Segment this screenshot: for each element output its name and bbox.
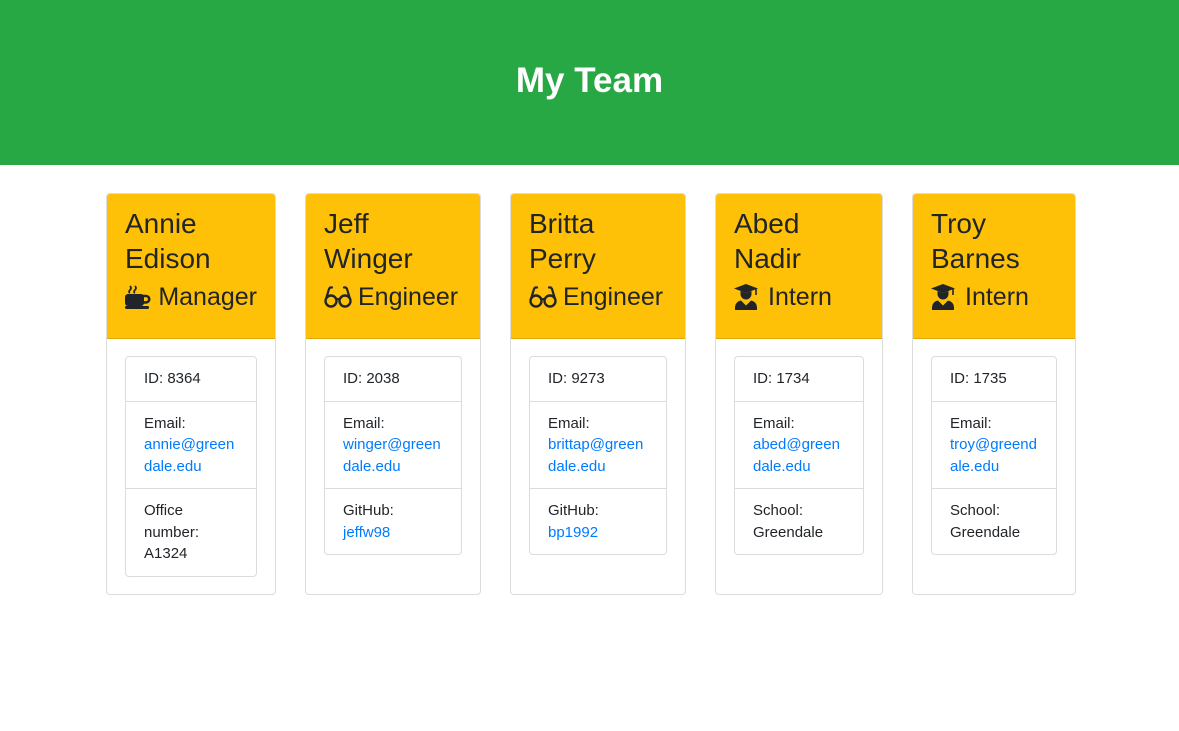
school-label: School: bbox=[753, 502, 804, 519]
employee-last-name: Winger bbox=[324, 243, 413, 274]
school-item: School: Greendale bbox=[932, 488, 1056, 554]
email-item: Email: annie@greendale.edu bbox=[126, 400, 256, 489]
card-header: Troy Barnes Intern bbox=[913, 194, 1075, 339]
employee-last-name: Perry bbox=[529, 243, 596, 274]
employee-last-name: Barnes bbox=[931, 243, 1020, 274]
employee-card: Jeff Winger Engineer ID: 2038 Email: win… bbox=[305, 193, 481, 595]
role-label: Intern bbox=[965, 283, 1029, 311]
id-item: ID: 1735 bbox=[932, 357, 1056, 401]
id-text: ID: 1735 bbox=[950, 370, 1007, 387]
employee-name: Troy Barnes bbox=[931, 206, 1057, 276]
role-label: Manager bbox=[158, 283, 257, 311]
email-item: Email: winger@greendale.edu bbox=[325, 400, 461, 489]
info-list: ID: 9273 Email: brittap@greendale.edu Gi… bbox=[529, 356, 667, 555]
glasses-icon bbox=[324, 285, 352, 309]
github-link[interactable]: bp1992 bbox=[548, 522, 648, 544]
card-header: Jeff Winger Engineer bbox=[306, 194, 480, 339]
github-label: GitHub: bbox=[548, 502, 599, 519]
email-link[interactable]: annie@greendale.edu bbox=[144, 434, 238, 477]
glasses-icon bbox=[529, 285, 557, 309]
employee-last-name: Nadir bbox=[734, 243, 801, 274]
email-label: Email: bbox=[548, 414, 590, 432]
info-list: ID: 8364 Email: annie@greendale.edu Offi… bbox=[125, 356, 257, 577]
github-link[interactable]: jeffw98 bbox=[343, 522, 443, 544]
github-item: GitHub: bp1992 bbox=[530, 488, 666, 554]
employee-name: Britta Perry bbox=[529, 206, 667, 276]
id-item: ID: 9273 bbox=[530, 357, 666, 401]
email-link[interactable]: troy@greendale.edu bbox=[950, 434, 1038, 477]
employee-name: Abed Nadir bbox=[734, 206, 864, 276]
employee-card: Annie Edison Manager ID: 8364 Email: ann… bbox=[106, 193, 276, 595]
id-item: ID: 8364 bbox=[126, 357, 256, 401]
id-item: ID: 1734 bbox=[735, 357, 863, 401]
employee-name: Annie Edison bbox=[125, 206, 257, 276]
info-list: ID: 2038 Email: winger@greendale.edu Git… bbox=[324, 356, 462, 555]
id-text: ID: 2038 bbox=[343, 370, 400, 387]
email-item: Email: troy@greendale.edu bbox=[932, 400, 1056, 489]
employee-first-name: Abed bbox=[734, 208, 800, 239]
page-title: My Team bbox=[515, 60, 664, 100]
role-label: Engineer bbox=[563, 283, 664, 311]
employee-first-name: Britta bbox=[529, 208, 595, 239]
office-number: A1324 bbox=[144, 545, 188, 562]
employee-last-name: Edison bbox=[125, 243, 211, 274]
school-label: School: bbox=[950, 502, 1001, 519]
email-link[interactable]: winger@greendale.edu bbox=[343, 434, 443, 477]
id-item: ID: 2038 bbox=[325, 357, 461, 401]
employee-first-name: Annie bbox=[125, 208, 197, 239]
github-item: GitHub: jeffw98 bbox=[325, 488, 461, 554]
school-item: School: Greendale bbox=[735, 488, 863, 554]
email-link[interactable]: brittap@greendale.edu bbox=[548, 434, 648, 477]
info-list: ID: 1735 Email: troy@greendale.edu Schoo… bbox=[931, 356, 1057, 555]
employee-first-name: Troy bbox=[931, 208, 986, 239]
email-label: Email: bbox=[343, 414, 385, 432]
email-link[interactable]: abed@greendale.edu bbox=[753, 434, 845, 477]
employee-role: Engineer bbox=[529, 282, 667, 312]
id-text: ID: 1734 bbox=[753, 370, 810, 387]
employee-role: Intern bbox=[734, 282, 864, 312]
email-label: Email: bbox=[753, 414, 795, 432]
card-header: Annie Edison Manager bbox=[107, 194, 275, 339]
email-item: Email: brittap@greendale.edu bbox=[530, 400, 666, 489]
coffee-icon bbox=[125, 285, 152, 309]
id-text: ID: 8364 bbox=[144, 370, 201, 387]
employee-card: Troy Barnes Intern ID: 1735 Email: troy@… bbox=[912, 193, 1076, 595]
employee-role: Manager bbox=[125, 282, 257, 312]
employee-role: Intern bbox=[931, 282, 1057, 312]
employee-name: Jeff Winger bbox=[324, 206, 462, 276]
office-label: Office number: bbox=[144, 502, 200, 541]
role-label: Intern bbox=[768, 283, 832, 311]
school-name: Greendale bbox=[950, 523, 1021, 541]
graduate-icon bbox=[931, 284, 959, 310]
card-header: Britta Perry Engineer bbox=[511, 194, 685, 339]
card-header: Abed Nadir Intern bbox=[716, 194, 882, 339]
employee-card: Abed Nadir Intern ID: 1734 Email: abed@g… bbox=[715, 193, 883, 595]
page-header: My Team bbox=[0, 0, 1179, 165]
employee-card: Britta Perry Engineer ID: 9273 Email: br… bbox=[510, 193, 686, 595]
github-label: GitHub: bbox=[343, 502, 394, 519]
employee-role: Engineer bbox=[324, 282, 462, 312]
email-item: Email: abed@greendale.edu bbox=[735, 400, 863, 489]
school-name: Greendale bbox=[753, 523, 824, 541]
id-text: ID: 9273 bbox=[548, 370, 605, 387]
office-item: Office number: A1324 bbox=[126, 488, 256, 576]
employee-first-name: Jeff bbox=[324, 208, 369, 239]
email-label: Email: bbox=[144, 414, 186, 432]
role-label: Engineer bbox=[358, 283, 459, 311]
email-label: Email: bbox=[950, 414, 992, 432]
info-list: ID: 1734 Email: abed@greendale.edu Schoo… bbox=[734, 356, 864, 555]
graduate-icon bbox=[734, 284, 762, 310]
